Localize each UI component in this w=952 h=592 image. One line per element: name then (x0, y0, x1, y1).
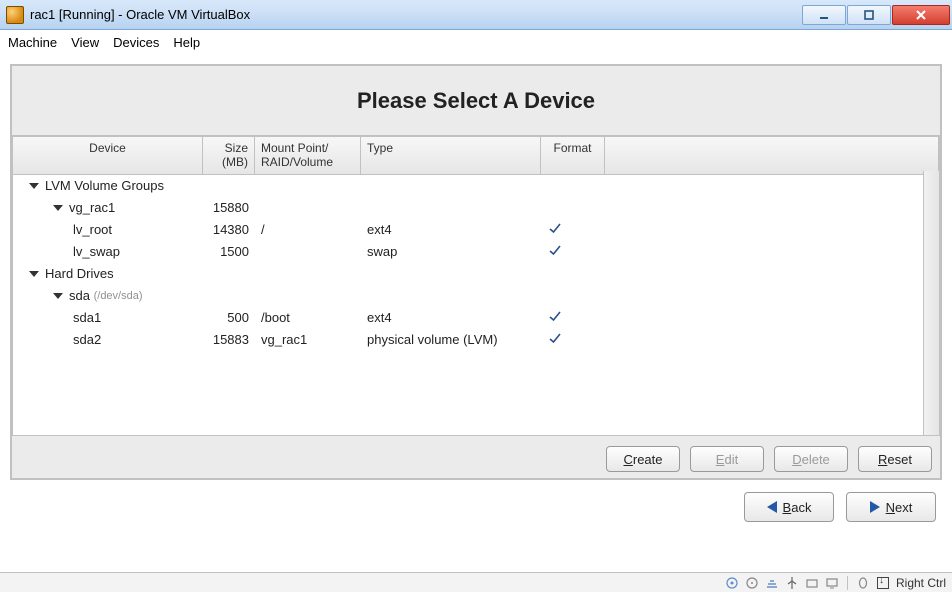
col-header-type[interactable]: Type (361, 137, 541, 174)
sda2-row[interactable]: sda2 15883 vg_rac1 physical volume (LVM) (13, 329, 939, 351)
device-actions: Create Edit Delete Reset (12, 442, 940, 472)
back-button[interactable]: Back (744, 492, 834, 522)
hostkey-label: Right Ctrl (896, 576, 946, 590)
group-label: Hard Drives (45, 266, 114, 281)
next-button[interactable]: Next (846, 492, 936, 522)
format-check-icon (541, 308, 605, 327)
lv-swap-row[interactable]: lv_swap 1500 swap (13, 241, 939, 263)
disk-name: sda (69, 288, 90, 303)
minimize-button[interactable] (802, 5, 846, 25)
vg-row[interactable]: vg_rac1 15880 (13, 197, 939, 219)
harddisk-icon[interactable] (725, 576, 739, 590)
group-label: LVM Volume Groups (45, 178, 164, 193)
chevron-down-icon (29, 271, 39, 277)
back-label: Back (783, 500, 812, 515)
menu-machine[interactable]: Machine (8, 35, 57, 50)
delete-label: Delete (792, 452, 830, 467)
wizard-nav: Back Next (10, 480, 942, 526)
col-header-size[interactable]: Size (MB) (203, 137, 255, 174)
create-label: Create (623, 452, 662, 467)
sda-row[interactable]: sda (/dev/sda) (13, 285, 939, 307)
menubar: Machine View Devices Help (0, 30, 952, 54)
window-title: rac1 [Running] - Oracle VM VirtualBox (30, 7, 801, 22)
col-header-spacer (605, 137, 939, 174)
panel-title: Please Select A Device (357, 88, 595, 114)
statusbar-separator (847, 576, 848, 590)
vg-size: 15880 (203, 200, 255, 215)
lv-name: lv_root (73, 222, 112, 237)
display-icon[interactable] (825, 576, 839, 590)
cell-type: ext4 (361, 310, 541, 325)
statusbar: Right Ctrl (0, 572, 952, 592)
next-label: Next (886, 500, 913, 515)
vertical-scrollbar[interactable] (923, 171, 939, 435)
device-table-scroll[interactable]: Device Size (MB) Mount Point/ RAID/Volum… (12, 136, 940, 436)
format-check-icon (541, 242, 605, 261)
sda1-row[interactable]: sda1 500 /boot ext4 (13, 307, 939, 329)
reset-label: Reset (878, 452, 912, 467)
col-header-format[interactable]: Format (541, 137, 605, 174)
reset-button[interactable]: Reset (858, 446, 932, 472)
part-name: sda2 (73, 332, 101, 347)
lv-name: lv_swap (73, 244, 120, 259)
cell-size: 14380 (203, 222, 255, 237)
hostkey-icon (876, 576, 890, 590)
client-area: Please Select A Device Device Size (MB) … (0, 54, 952, 572)
cell-type: swap (361, 244, 541, 259)
menu-help[interactable]: Help (173, 35, 200, 50)
format-check-icon (541, 330, 605, 349)
window-titlebar: rac1 [Running] - Oracle VM VirtualBox (0, 0, 952, 30)
disk-path: (/dev/sda) (94, 290, 143, 302)
close-button[interactable] (892, 5, 950, 25)
arrow-right-icon (870, 501, 880, 513)
table-rows: LVM Volume Groups vg_rac1 15880 lv_root … (13, 175, 939, 351)
optical-icon[interactable] (745, 576, 759, 590)
edit-label: Edit (716, 452, 738, 467)
col-header-device[interactable]: Device (13, 137, 203, 174)
cell-mount: vg_rac1 (255, 332, 361, 347)
usb-icon[interactable] (785, 576, 799, 590)
lv-root-row[interactable]: lv_root 14380 / ext4 (13, 219, 939, 241)
device-table: Device Size (MB) Mount Point/ RAID/Volum… (12, 136, 940, 472)
menu-view[interactable]: View (71, 35, 99, 50)
cell-size: 1500 (203, 244, 255, 259)
panel-header: Please Select A Device (12, 66, 940, 136)
group-row-lvm[interactable]: LVM Volume Groups (13, 175, 939, 197)
network-icon[interactable] (765, 576, 779, 590)
vg-name: vg_rac1 (69, 200, 115, 215)
col-header-mount[interactable]: Mount Point/ RAID/Volume (255, 137, 361, 174)
installer-panel: Please Select A Device Device Size (MB) … (10, 64, 942, 480)
cell-type: ext4 (361, 222, 541, 237)
app-icon (6, 6, 24, 24)
cell-mount: /boot (255, 310, 361, 325)
create-button[interactable]: Create (606, 446, 680, 472)
arrow-left-icon (767, 501, 777, 513)
part-name: sda1 (73, 310, 101, 325)
maximize-button[interactable] (847, 5, 891, 25)
cell-type: physical volume (LVM) (361, 332, 541, 347)
cell-size: 15883 (203, 332, 255, 347)
menu-devices[interactable]: Devices (113, 35, 159, 50)
cell-mount: / (255, 222, 361, 237)
chevron-down-icon (29, 183, 39, 189)
cell-size: 500 (203, 310, 255, 325)
edit-button[interactable]: Edit (690, 446, 764, 472)
shared-folder-icon[interactable] (805, 576, 819, 590)
table-header: Device Size (MB) Mount Point/ RAID/Volum… (13, 137, 939, 175)
chevron-down-icon (53, 205, 63, 211)
delete-button[interactable]: Delete (774, 446, 848, 472)
group-row-harddrives[interactable]: Hard Drives (13, 263, 939, 285)
mouse-integration-icon[interactable] (856, 576, 870, 590)
format-check-icon (541, 220, 605, 239)
chevron-down-icon (53, 293, 63, 299)
